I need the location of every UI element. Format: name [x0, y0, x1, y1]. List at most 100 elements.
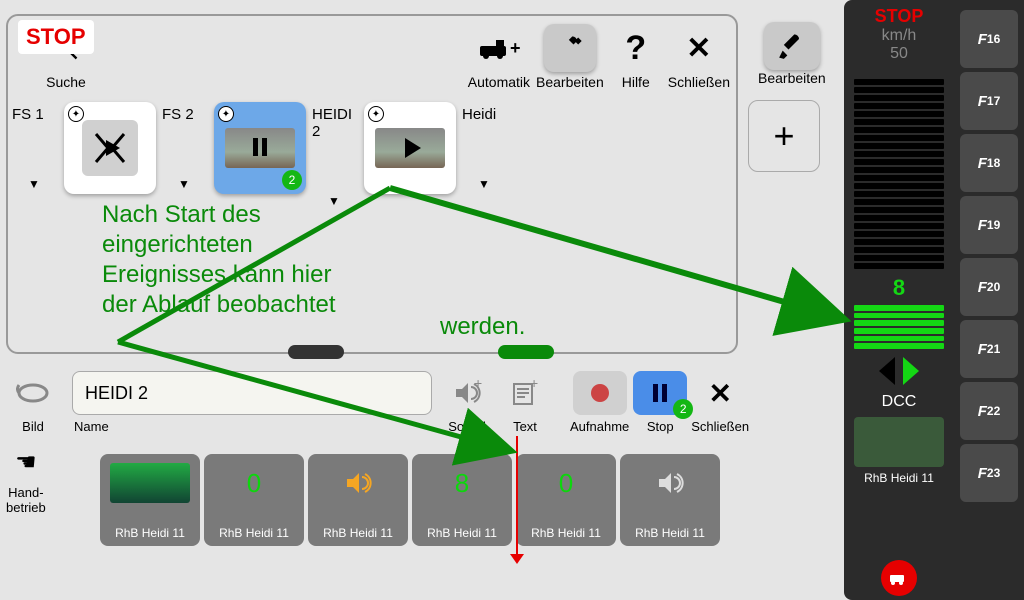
close-button[interactable]: ✕ — [693, 371, 747, 415]
text-icon[interactable]: + — [498, 371, 552, 415]
search-label: Suche — [46, 74, 86, 90]
sequence-value: 0 — [247, 460, 261, 506]
event-tile[interactable] — [514, 102, 606, 194]
edit-button[interactable] — [544, 24, 596, 72]
loco-fab-icon[interactable] — [881, 560, 917, 596]
fkey-21[interactable]: F21 — [960, 320, 1018, 378]
event-tile[interactable]: ✦ — [364, 102, 456, 194]
sequence-tile[interactable]: RhB Heidi 11 — [620, 454, 720, 546]
event-slot: HEIDI 2 ▼ ✦ — [310, 102, 456, 208]
events-toolbar: Suche + Automatik Bearbeiten ? Hilfe ✕ S… — [8, 24, 736, 96]
sequence-label: RhB Heidi 11 — [219, 526, 289, 540]
name-input[interactable] — [72, 371, 432, 415]
help-label: Hilfe — [622, 74, 650, 90]
svg-text:+: + — [510, 38, 520, 58]
event-label: FS 2 — [160, 102, 214, 127]
speedo-unit: km/h — [882, 27, 917, 45]
cursor-icon: ✦ — [68, 106, 84, 122]
fkey-17[interactable]: F17 — [960, 72, 1018, 130]
speedo-bars[interactable] — [854, 69, 944, 269]
sequence-tile[interactable]: RhB Heidi 11 — [308, 454, 408, 546]
drag-handle[interactable] — [288, 345, 344, 359]
right-panel: STOP km/h 50 8 DCC RhB Heidi 11 F16F17F1… — [844, 0, 1024, 600]
loco-label: RhB Heidi 11 — [864, 471, 934, 485]
event-tile[interactable]: ✦ — [64, 102, 156, 194]
sequence-value — [340, 460, 376, 506]
event-slot: FS 2 ▼ ✦ 2 — [160, 102, 306, 208]
sequence-toolbar: Bild Name + Sound + Text Aufnahme 2 Stop — [6, 365, 832, 440]
sequence-label: RhB Heidi 11 — [531, 526, 601, 540]
outer-edit: Bearbeiten — [758, 22, 826, 86]
record-button[interactable] — [573, 371, 627, 415]
sequence-value: 8 — [455, 460, 469, 506]
fkey-16[interactable]: F16 — [960, 10, 1018, 68]
outer-edit-label: Bearbeiten — [758, 70, 826, 86]
speedometer: STOP km/h 50 8 DCC RhB Heidi 11 — [844, 0, 954, 600]
fkey-19[interactable]: F19 — [960, 196, 1018, 254]
sequence-label: RhB Heidi 11 — [427, 526, 497, 540]
event-slot: Heidi ▼ — [460, 102, 606, 208]
speedo-max: 50 — [890, 45, 908, 63]
sequence-tile[interactable]: 0 RhB Heidi 11 — [204, 454, 304, 546]
event-label: FS 1 — [10, 102, 64, 127]
drag-handle[interactable] — [498, 345, 554, 359]
sound-label: Sound — [448, 419, 486, 434]
cursor-icon: ✦ — [368, 106, 384, 122]
loco-image[interactable] — [854, 417, 944, 467]
event-tile-active[interactable]: ✦ 2 — [214, 102, 306, 194]
speedo-bars-lower — [854, 305, 944, 349]
add-button[interactable]: + — [748, 100, 820, 172]
sequence-value — [652, 460, 688, 506]
sequence-tile[interactable]: 8 RhB Heidi 11 — [412, 454, 512, 546]
play-icon — [82, 120, 138, 176]
direction-arrows[interactable] — [879, 357, 919, 385]
sequence-value — [110, 460, 190, 506]
sound-icon[interactable]: + — [440, 371, 494, 415]
playhead[interactable] — [516, 436, 518, 556]
bild-label: Bild — [22, 419, 44, 434]
speedo-value: 8 — [893, 275, 905, 301]
sequence-value: 0 — [559, 460, 573, 506]
fkey-18[interactable]: F18 — [960, 134, 1018, 192]
sequence-label: RhB Heidi 11 — [323, 526, 393, 540]
svg-text:+: + — [530, 378, 538, 391]
automatik-label: Automatik — [468, 74, 530, 90]
stop-label: Stop — [647, 419, 674, 434]
fkey-22[interactable]: F22 — [960, 382, 1018, 440]
svg-text:+: + — [474, 378, 482, 391]
speedo-stop: STOP — [875, 6, 924, 27]
wrench-icon[interactable] — [764, 22, 820, 70]
arrow-right-icon[interactable] — [903, 357, 919, 385]
event-badge: 2 — [282, 170, 302, 190]
close-button[interactable]: ✕ — [673, 24, 725, 72]
dropdown-icon[interactable]: ▼ — [478, 177, 514, 191]
bild-icon[interactable] — [6, 371, 60, 415]
cursor-icon: ✦ — [218, 106, 234, 122]
help-button[interactable]: ? — [610, 24, 662, 72]
fkey-23[interactable]: F23 — [960, 444, 1018, 502]
edit-label: Bearbeiten — [536, 74, 604, 90]
name-label: Name — [74, 419, 432, 434]
sequence-tile[interactable]: 0 RhB Heidi 11 — [516, 454, 616, 546]
sequence-row: RhB Heidi 11 0 RhB Heidi 11 RhB Heidi 11 8 Rh… — [6, 454, 720, 546]
automatik-icon[interactable]: + — [473, 24, 525, 72]
record-label: Aufnahme — [570, 419, 629, 434]
stop-badge[interactable]: STOP — [18, 20, 94, 54]
protocol-label: DCC — [882, 393, 917, 411]
text-label: Text — [513, 419, 537, 434]
event-slot: FS 1 ▼ ✦ — [10, 102, 156, 208]
events-row: FS 1 ▼ ✦ FS 2 ▼ ✦ 2 — [8, 102, 736, 208]
function-keys: F16F17F18F19F20F21F22F23 — [954, 0, 1024, 600]
stop-badge: 2 — [673, 399, 693, 419]
sequence-label: RhB Heidi 11 — [115, 526, 185, 540]
event-label: Heidi — [460, 102, 514, 127]
dropdown-icon[interactable]: ▼ — [178, 177, 214, 191]
fkey-20[interactable]: F20 — [960, 258, 1018, 316]
event-label: HEIDI 2 — [310, 102, 364, 144]
dropdown-icon[interactable]: ▼ — [28, 177, 64, 191]
annotation-text: werden. — [440, 313, 525, 341]
sequence-tile[interactable]: RhB Heidi 11 — [100, 454, 200, 546]
arrow-left-icon[interactable] — [879, 357, 895, 385]
sequence-label: RhB Heidi 11 — [635, 526, 705, 540]
close-label: Schließen — [691, 419, 749, 434]
